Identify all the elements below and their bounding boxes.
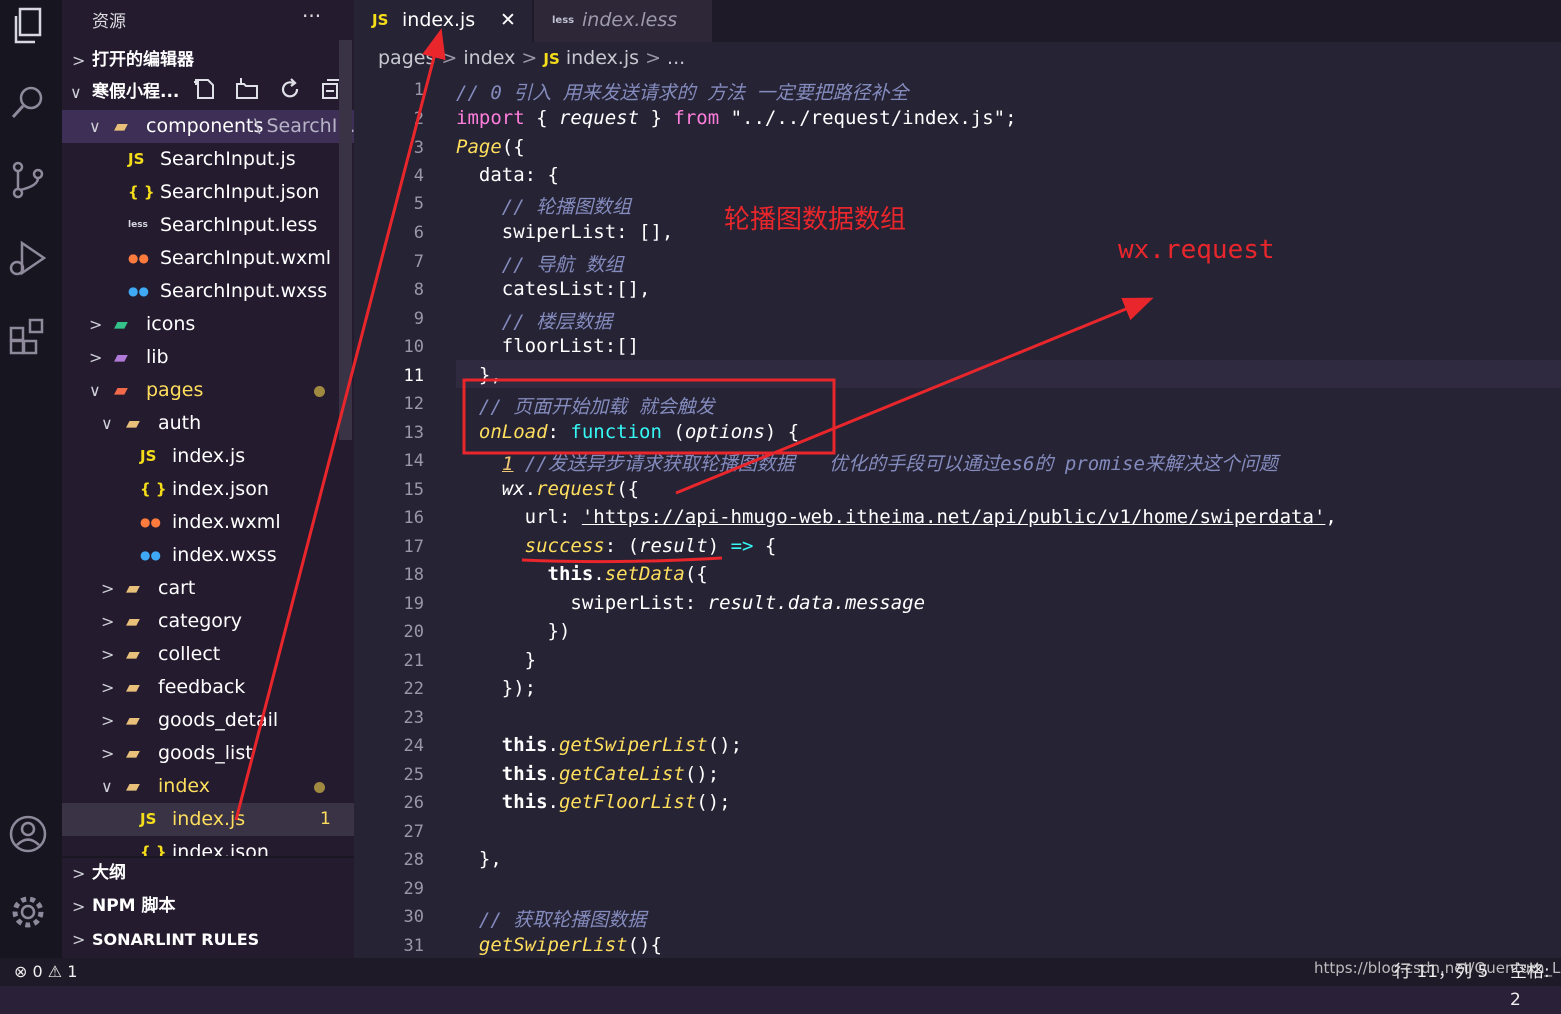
- status-bar: ⊗ 0 ⚠ 1 行 11，列 5 空格: 2 https://blog.csdn…: [0, 958, 1561, 1010]
- errors-status[interactable]: ⊗ 0 ⚠ 1: [14, 958, 77, 986]
- annotation-arrow: [675, 297, 1154, 495]
- error-icon: ⊗: [14, 962, 28, 981]
- watermark: https://blog.csdn.net/Quentum_Liu: [1314, 959, 1561, 977]
- request-annotation-label: wx.request: [1118, 235, 1275, 265]
- onload-highlight-box: [462, 378, 836, 455]
- success-underline: [521, 556, 723, 564]
- annotation-overlay: 轮播图数据数组 wx.request: [234, 28, 1275, 821]
- warning-icon: ⚠: [47, 962, 63, 981]
- swiper-annotation-label: 轮播图数据数组: [724, 205, 906, 235]
- annotation-arrow: [234, 28, 446, 821]
